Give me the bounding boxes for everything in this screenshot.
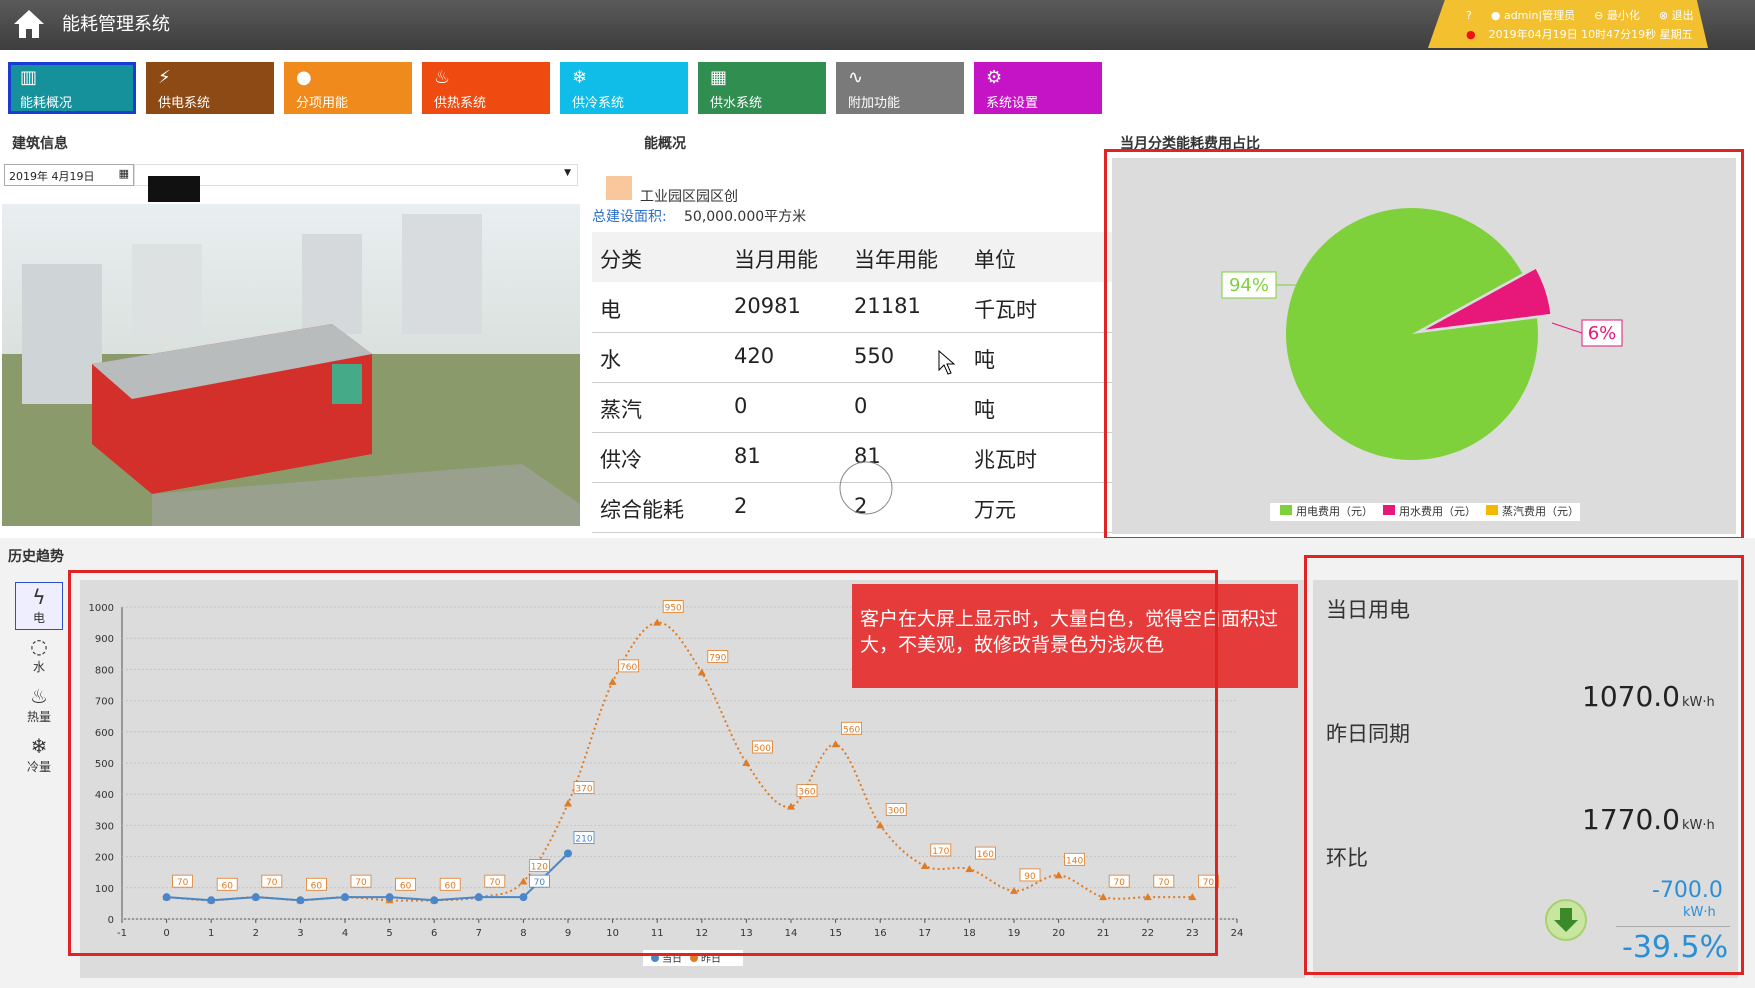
- help-icon[interactable]: ?: [1466, 9, 1472, 22]
- user-name[interactable]: admin|管理员: [1504, 9, 1575, 22]
- table-header: 分类 当月用能 当年用能 单位: [592, 232, 1112, 282]
- user-icon: ●: [1490, 9, 1501, 22]
- module-label: 供水系统: [710, 96, 763, 111]
- logout-icon[interactable]: ⊗: [1659, 9, 1668, 22]
- module-label: 系统设置: [986, 96, 1039, 111]
- side-button-label: 热量: [26, 710, 51, 724]
- trend-heading: 历史趋势: [8, 549, 64, 565]
- side-button-2[interactable]: ♨ 热量: [15, 682, 63, 730]
- side-button-label: 电: [32, 611, 45, 625]
- table-cell: 0: [854, 394, 868, 418]
- snowflake-icon: ❄: [572, 67, 588, 88]
- module-label: 供冷系统: [572, 96, 625, 111]
- bell-icon[interactable]: ●: [1466, 28, 1476, 41]
- table-row: 电 20981 21181 千瓦时: [592, 282, 1112, 333]
- date-value: 2019年 4月19日: [9, 170, 95, 183]
- module-button-2[interactable]: ● 分项用能: [284, 62, 412, 114]
- minimize-button[interactable]: 最小化: [1607, 9, 1640, 22]
- heat-icon: ♨: [30, 684, 48, 708]
- module-button-5[interactable]: ▦ 供水系统: [698, 62, 826, 114]
- table-cell: 综合能耗: [600, 498, 684, 522]
- logout-button[interactable]: 退出: [1672, 9, 1694, 22]
- table-cell: 吨: [974, 398, 995, 422]
- lightning-icon: ϟ: [32, 585, 46, 609]
- flame-icon: ♨: [434, 67, 451, 88]
- table-cell: 水: [600, 348, 621, 372]
- table-cell: 20981: [734, 294, 801, 318]
- overview-heading: 能概况: [644, 136, 686, 152]
- calendar-icon[interactable]: ▦: [119, 167, 129, 180]
- table-cell: 蒸汽: [600, 398, 642, 422]
- module-button-7[interactable]: ⚙ 系统设置: [974, 62, 1102, 114]
- table-header-cell: 单位: [974, 248, 1016, 272]
- table-cell: 81: [734, 444, 761, 468]
- table-cell: 550: [854, 344, 895, 368]
- park-icon: [606, 176, 632, 200]
- table-cell: 兆瓦时: [974, 448, 1037, 472]
- loading-circle-icon: [839, 461, 893, 515]
- module-label: 供电系统: [158, 96, 211, 111]
- module-label: 能耗概况: [20, 96, 73, 111]
- date-picker[interactable]: 2019年 4月19日 ▦: [4, 164, 134, 186]
- highlight-box-pie: [1104, 149, 1744, 540]
- chevron-down-icon[interactable]: ▼: [564, 168, 571, 178]
- power-icon: ⚡: [158, 67, 171, 88]
- chart-icon: ▥: [20, 67, 38, 88]
- park-name: 工业园区园区创: [640, 189, 738, 205]
- module-button-0[interactable]: ▥ 能耗概况: [8, 62, 136, 114]
- highlight-box-trend: [68, 570, 1218, 956]
- pulse-icon: ∿: [848, 67, 864, 88]
- side-button-3[interactable]: ❄ 冷量: [15, 732, 63, 780]
- redacted-block: [148, 176, 200, 202]
- table-cell: 420: [734, 344, 775, 368]
- table-header-cell: 分类: [600, 248, 642, 272]
- highlight-box-stats: [1304, 555, 1744, 975]
- module-label: 供热系统: [434, 96, 487, 111]
- area-label: 总建设面积:: [592, 209, 667, 225]
- table-cell: 0: [734, 394, 748, 418]
- module-button-4[interactable]: ❄ 供冷系统: [560, 62, 688, 114]
- table-cell: 21181: [854, 294, 921, 318]
- table-cell: 吨: [974, 348, 995, 372]
- side-button-label: 水: [32, 660, 45, 674]
- table-header-cell: 当月用能: [734, 248, 818, 272]
- table-cell: 万元: [974, 498, 1016, 522]
- gear-icon: ⚙: [986, 67, 1003, 88]
- table-row: 水 420 550 吨: [592, 332, 1112, 383]
- table-row: 蒸汽 0 0 吨: [592, 382, 1112, 433]
- app-title: 能耗管理系统: [62, 14, 170, 35]
- snowflake-icon: ❄: [30, 734, 48, 758]
- table-cell: 电: [600, 298, 621, 322]
- module-label: 分项用能: [296, 96, 349, 111]
- table-cell: 2: [734, 494, 748, 518]
- minimize-icon[interactable]: ⊖: [1594, 9, 1603, 22]
- side-button-1[interactable]: ◌ 水: [15, 632, 63, 680]
- side-button-label: 冷量: [26, 760, 51, 774]
- building-heading: 建筑信息: [12, 136, 68, 152]
- grid-icon: ▦: [710, 67, 728, 88]
- module-button-6[interactable]: ∿ 附加功能: [836, 62, 964, 114]
- user-panel: ? ● admin|管理员 ⊖ 最小化 ⊗ 退出 ● 2019年04月19日 1…: [1428, 0, 1708, 48]
- table-header-cell: 当年用能: [854, 248, 938, 272]
- area-value: 50,000.000平方米: [684, 209, 807, 225]
- table-cell: 供冷: [600, 448, 642, 472]
- water-drop-icon: ◌: [30, 634, 48, 658]
- module-label: 附加功能: [848, 96, 901, 111]
- x-tick-label: 24: [1231, 928, 1244, 939]
- table-cell: 千瓦时: [974, 298, 1037, 322]
- module-button-1[interactable]: ⚡ 供电系统: [146, 62, 274, 114]
- building-select[interactable]: ▼: [134, 164, 578, 186]
- building-photo: [2, 204, 580, 526]
- person-icon: ●: [296, 67, 312, 88]
- datetime: 2019年04月19日 10时47分19秒 星期五: [1488, 28, 1693, 41]
- module-button-3[interactable]: ♨ 供热系统: [422, 62, 550, 114]
- home-icon[interactable]: [12, 7, 46, 41]
- side-button-0[interactable]: ϟ电: [15, 582, 63, 630]
- cursor-icon: [938, 350, 956, 375]
